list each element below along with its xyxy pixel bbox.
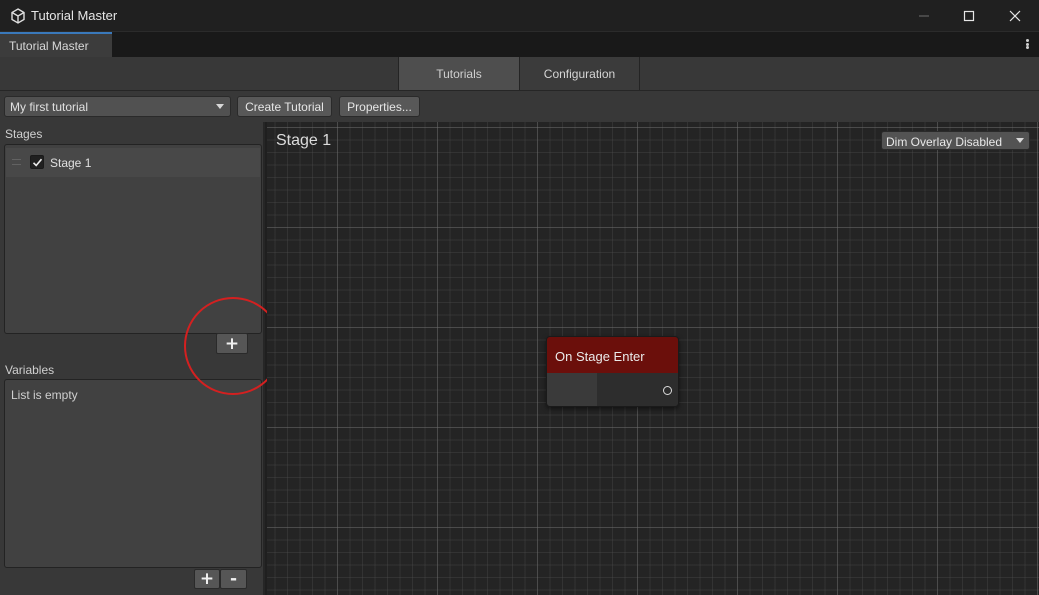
on-stage-enter-node[interactable]: On Stage Enter <box>546 336 679 407</box>
tutorial-select[interactable]: My first tutorial <box>4 96 231 117</box>
minimize-button[interactable] <box>901 0 947 32</box>
tab-bar: Tutorials Configuration <box>0 57 1039 91</box>
stage-enabled-checkbox[interactable] <box>30 155 44 169</box>
tab-tutorials[interactable]: Tutorials <box>398 57 519 90</box>
dropdown-arrow-icon <box>216 104 224 109</box>
document-tab-strip: Tutorial Master <box>0 32 1039 57</box>
checkmark-icon <box>32 158 43 167</box>
close-icon <box>1009 10 1021 22</box>
unity-cube-icon <box>10 8 26 24</box>
remove-variable-button[interactable]: - <box>220 569 247 589</box>
document-tab[interactable]: Tutorial Master <box>0 32 112 57</box>
add-variable-button[interactable]: + <box>194 569 220 589</box>
title-bar: Tutorial Master <box>0 0 1039 32</box>
add-stage-button[interactable]: + <box>216 333 248 354</box>
empty-list-text: List is empty <box>11 388 78 402</box>
dropdown-arrow-icon <box>1016 138 1024 143</box>
minimize-icon <box>919 15 929 17</box>
maximize-button[interactable] <box>946 0 992 32</box>
properties-button[interactable]: Properties... <box>339 96 420 117</box>
node-title: On Stage Enter <box>547 337 678 373</box>
dim-overlay-value: Dim Overlay Disabled <box>886 135 1003 149</box>
close-button[interactable] <box>992 0 1038 32</box>
graph-canvas[interactable]: Stage 1 Dim Overlay Disabled On Stage En… <box>267 122 1039 595</box>
left-panel: Stages Stage 1 + Variables List is empty… <box>0 122 265 595</box>
window-title: Tutorial Master <box>31 8 118 23</box>
node-input-area <box>547 373 597 406</box>
dim-overlay-select[interactable]: Dim Overlay Disabled <box>881 131 1030 150</box>
node-output-area <box>597 373 678 406</box>
toolbar: My first tutorial Create Tutorial Proper… <box>0 91 1039 122</box>
tutorial-select-value: My first tutorial <box>10 100 89 114</box>
tab-configuration[interactable]: Configuration <box>519 57 640 90</box>
stages-list[interactable]: Stage 1 <box>4 144 262 334</box>
maximize-icon <box>963 10 975 22</box>
variables-label: Variables <box>5 363 55 377</box>
stage-label: Stage 1 <box>50 156 92 170</box>
stages-label: Stages <box>5 127 43 141</box>
canvas-title: Stage 1 <box>276 132 332 149</box>
create-tutorial-button[interactable]: Create Tutorial <box>237 96 332 117</box>
variables-list[interactable]: List is empty <box>4 379 262 568</box>
kebab-menu-icon[interactable] <box>1024 37 1030 51</box>
drag-handle-icon[interactable] <box>12 159 21 165</box>
stage-row[interactable]: Stage 1 <box>6 148 260 177</box>
output-port-icon[interactable] <box>663 386 672 395</box>
